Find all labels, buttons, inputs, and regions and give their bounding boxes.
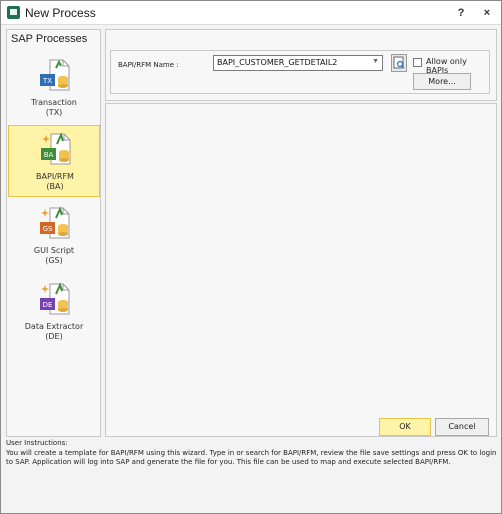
sidebar-item-code: (BA) (46, 182, 64, 191)
sidebar-item-transaction[interactable]: TX Transaction (TX) (8, 52, 100, 124)
bapi-name-label: BAPI/RFM Name : (118, 61, 179, 69)
bapi-name-value[interactable]: BAPI_CUSTOMER_GETDETAIL2 (217, 58, 337, 67)
svg-text:GS: GS (43, 225, 53, 233)
sidebar-item-label: BAPI/RFM (36, 172, 74, 181)
sap-processes-sidebar: SAP Processes TX Transaction (TX) BA BAP… (6, 29, 101, 437)
more-button[interactable]: More... (413, 73, 471, 90)
svg-text:DE: DE (43, 301, 53, 309)
user-instructions: User Instructions: You will create a tem… (6, 439, 498, 468)
content-panel: OK Cancel (105, 103, 497, 437)
sidebar-item-label: Transaction (31, 98, 77, 107)
title-bar: New Process ? × (1, 1, 501, 25)
sidebar-item-data-extractor[interactable]: DE Data Extractor (DE) (8, 276, 100, 348)
ok-button[interactable]: OK (379, 418, 431, 436)
sidebar-item-bapi-rfm[interactable]: BA BAPI/RFM (BA) (8, 125, 100, 197)
bapi-rfm-icon: BA (41, 132, 71, 165)
new-process-window: New Process ? × SAP Processes TX Transac… (0, 0, 502, 514)
sidebar-item-label: Data Extractor (24, 322, 84, 331)
bapi-form-panel: BAPI/RFM Name : BAPI_CUSTOMER_GETDETAIL2… (105, 29, 497, 101)
help-button[interactable]: ? (453, 5, 469, 21)
chevron-down-icon[interactable]: ▼ (372, 58, 379, 65)
close-button[interactable]: × (479, 5, 495, 21)
svg-text:BA: BA (44, 151, 54, 159)
bapi-form-group: BAPI/RFM Name : BAPI_CUSTOMER_GETDETAIL2… (110, 50, 490, 94)
sidebar-item-gui-script[interactable]: GS GUI Script (GS) (8, 200, 100, 272)
sidebar-item-label: GUI Script (33, 246, 75, 255)
gui-script-icon: GS (40, 206, 70, 239)
cancel-button[interactable]: Cancel (435, 418, 489, 436)
search-icon (393, 56, 405, 69)
main-area: BAPI/RFM Name : BAPI_CUSTOMER_GETDETAIL2… (105, 29, 497, 437)
data-extractor-icon: DE (40, 282, 70, 315)
svg-text:TX: TX (42, 77, 52, 85)
sidebar-item-code: (GS) (45, 256, 63, 265)
search-bapi-button[interactable] (391, 54, 407, 72)
transaction-icon: TX (40, 59, 70, 91)
instructions-text: You will create a template for BAPI/RFM … (6, 448, 497, 467)
sidebar-title: SAP Processes (11, 33, 88, 45)
instructions-heading: User Instructions: (6, 439, 68, 447)
allow-only-bapis-checkbox[interactable] (413, 58, 422, 67)
sidebar-item-code: (TX) (45, 108, 63, 117)
bapi-name-combo[interactable]: BAPI_CUSTOMER_GETDETAIL2 ▼ (213, 55, 383, 71)
sidebar-item-code: (DE) (45, 332, 63, 341)
app-icon (7, 6, 20, 19)
window-title: New Process (25, 6, 96, 20)
